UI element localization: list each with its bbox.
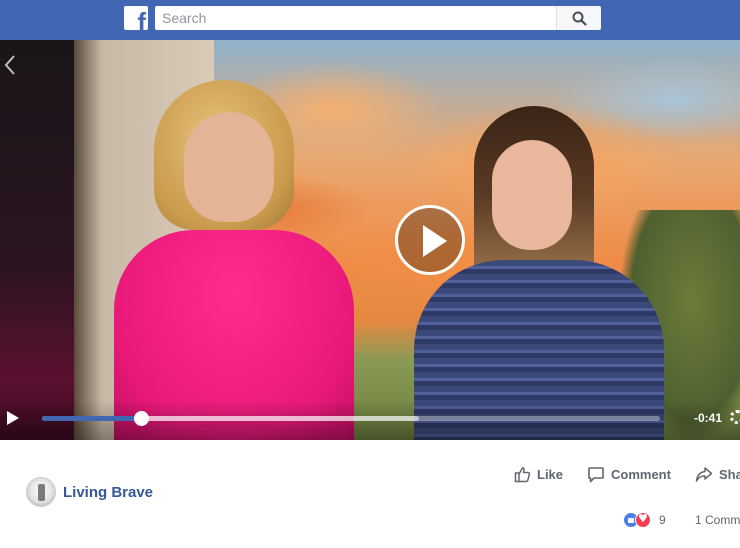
share-label: Sha bbox=[719, 466, 740, 482]
progress-scrubber-handle[interactable] bbox=[133, 411, 149, 426]
comment-icon bbox=[588, 466, 604, 482]
page-avatar[interactable] bbox=[26, 477, 56, 507]
video-player[interactable]: -0:41 bbox=[0, 40, 740, 440]
share-button[interactable]: Sha bbox=[695, 465, 740, 483]
comment-button[interactable]: Comment bbox=[587, 465, 671, 483]
video-side-panel bbox=[0, 40, 74, 440]
comments-count[interactable]: 1 Comm bbox=[695, 513, 740, 527]
reactions-summary[interactable] bbox=[623, 512, 657, 528]
love-reaction-icon bbox=[635, 512, 651, 528]
video-person-right-face bbox=[492, 140, 572, 250]
progress-bar[interactable] bbox=[42, 411, 660, 426]
gear-icon[interactable] bbox=[730, 410, 740, 424]
progress-played bbox=[42, 416, 141, 421]
facebook-logo-letter: f bbox=[137, 7, 146, 30]
top-navigation-bar: f bbox=[0, 0, 740, 40]
search-input[interactable] bbox=[155, 6, 556, 30]
chevron-left-icon[interactable] bbox=[3, 54, 17, 76]
page-name-link[interactable]: Living Brave bbox=[63, 484, 153, 501]
like-label: Like bbox=[537, 466, 564, 482]
search-icon bbox=[572, 11, 587, 26]
comment-label: Comment bbox=[611, 466, 671, 482]
search-button[interactable] bbox=[556, 6, 601, 30]
share-icon bbox=[695, 466, 713, 482]
play-icon[interactable] bbox=[7, 411, 19, 425]
time-remaining: -0:41 bbox=[694, 411, 723, 425]
play-overlay-button[interactable] bbox=[395, 205, 465, 275]
video-controls: -0:41 bbox=[0, 400, 740, 440]
like-button[interactable]: Like bbox=[514, 465, 563, 483]
facebook-logo[interactable]: f bbox=[124, 6, 148, 30]
reactions-count[interactable]: 9 bbox=[659, 513, 666, 527]
video-person-left-face bbox=[184, 112, 274, 222]
thumbs-up-icon bbox=[514, 466, 531, 482]
